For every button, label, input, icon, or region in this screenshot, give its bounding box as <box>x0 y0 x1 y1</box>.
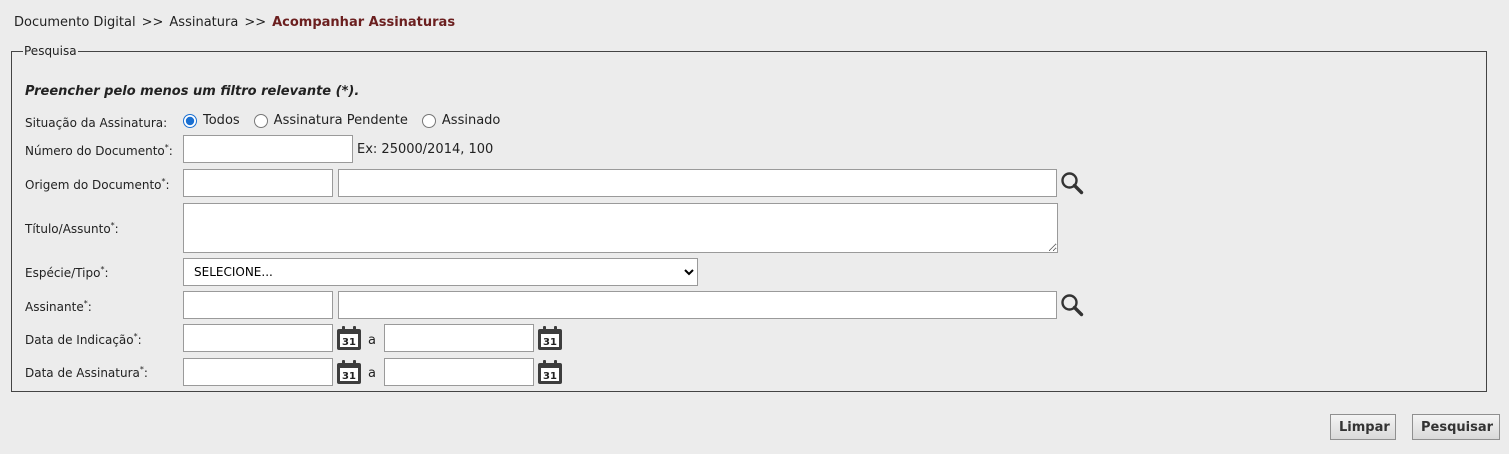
radio-todos[interactable] <box>183 113 197 128</box>
especie-label: Espécie/Tipo*: <box>25 265 109 280</box>
svg-text:31: 31 <box>543 337 557 348</box>
data-indicacao-from-input[interactable] <box>183 324 333 352</box>
calendar-icon[interactable]: 31 <box>336 359 362 385</box>
data-assinatura-from-input[interactable] <box>183 358 333 386</box>
radio-option-assinado[interactable]: Assinado <box>421 113 500 128</box>
assinante-name-input[interactable] <box>338 291 1057 319</box>
assinante-label: Assinante*: <box>25 299 92 314</box>
data-indicacao-to-input[interactable] <box>384 324 534 352</box>
radio-option-pendente[interactable]: Assinatura Pendente <box>253 113 408 128</box>
radio-assinado[interactable] <box>421 113 436 128</box>
origem-name-input[interactable] <box>338 169 1057 197</box>
data-assinatura-label: Data de Assinatura*: <box>25 365 148 380</box>
breadcrumb-item[interactable]: Documento Digital <box>14 15 136 30</box>
data-indicacao-label: Data de Indicação*: <box>25 332 142 347</box>
data-assinatura-to-input[interactable] <box>384 358 534 386</box>
magnifier-icon[interactable] <box>1060 293 1084 317</box>
origem-label: Origem do Documento*: <box>25 177 170 192</box>
especie-select[interactable]: SELECIONE... <box>183 258 698 286</box>
radio-pendente[interactable] <box>253 113 268 128</box>
breadcrumb-item[interactable]: Assinatura <box>169 15 238 30</box>
clear-button[interactable]: Limpar <box>1330 414 1396 440</box>
calendar-icon[interactable]: 31 <box>537 359 563 385</box>
situacao-radio-group: Todos Assinatura Pendente Assinado <box>183 113 514 128</box>
search-button[interactable]: Pesquisar <box>1412 414 1500 440</box>
calendar-icon[interactable]: 31 <box>336 325 362 351</box>
search-legend: Pesquisa <box>24 44 77 58</box>
situacao-label: Situação da Assinatura: <box>25 116 168 130</box>
magnifier-icon[interactable] <box>1060 171 1084 195</box>
svg-text:31: 31 <box>342 371 356 382</box>
search-panel: Pesquisa Preencher pelo menos um filtro … <box>11 44 1487 392</box>
calendar-icon[interactable]: 31 <box>537 325 563 351</box>
titulo-label: Título/Assunto*: <box>25 221 119 236</box>
svg-text:31: 31 <box>342 337 356 348</box>
breadcrumb-separator: >> <box>244 15 267 30</box>
breadcrumb-separator: >> <box>141 15 164 30</box>
origem-code-input[interactable] <box>183 169 333 197</box>
radio-option-todos[interactable]: Todos <box>183 113 240 128</box>
numero-documento-input[interactable] <box>183 135 353 163</box>
titulo-textarea[interactable] <box>183 203 1058 253</box>
filter-hint: Preencher pelo menos um filtro relevante… <box>25 84 360 99</box>
numero-example: Ex: 25000/2014, 100 <box>357 142 494 157</box>
date-range-separator: a <box>368 366 376 381</box>
breadcrumb: Documento Digital >> Assinatura >> Acompanha… <box>14 15 455 30</box>
numero-label: Número do Documento*: <box>25 143 173 158</box>
page-title: Acompanhar Assinaturas <box>272 15 456 30</box>
assinante-code-input[interactable] <box>183 291 333 319</box>
svg-text:31: 31 <box>543 371 557 382</box>
date-range-separator: a <box>368 333 376 348</box>
